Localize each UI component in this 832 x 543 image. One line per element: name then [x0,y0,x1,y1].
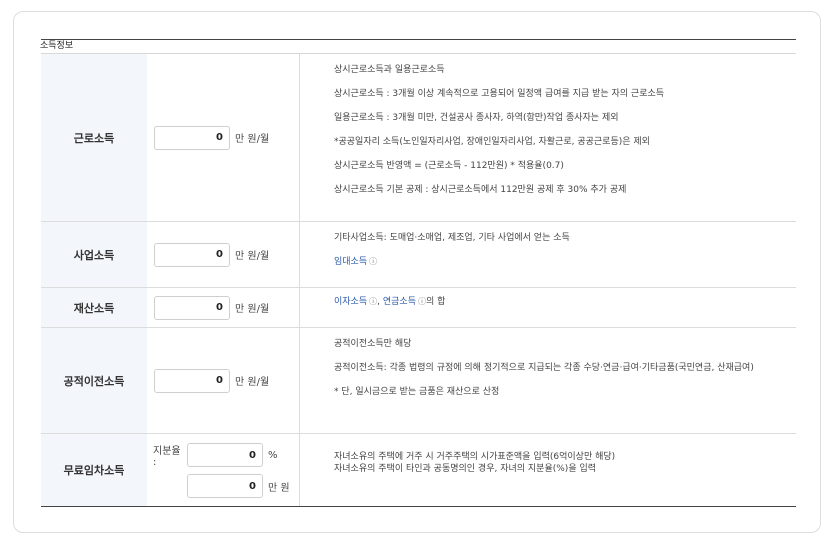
row-earned-income: 근로소득 만 원/월 상시근로소득과 일용근로소득 상시근로소득 : 3개월 이… [41,54,796,222]
interest-income-link[interactable]: 이자소득 [334,297,367,307]
info-icon[interactable]: ⓘ [369,257,377,266]
desc-line: 공적이전소득만 해당 [334,339,412,349]
info-icon[interactable]: ⓘ [369,297,377,306]
description: 이자소득 ⓘ, 연금소득 ⓘ의 합 [300,288,796,327]
income-table: 근로소득 만 원/월 상시근로소득과 일용근로소득 상시근로소득 : 3개월 이… [41,39,796,507]
description: 상시근로소득과 일용근로소득 상시근로소득 : 3개월 이상 계속적으로 고용되… [300,54,796,221]
input-cell: 만 원/월 [147,54,300,221]
row-label: 공적이전소득 [41,328,147,433]
desc-line: *공공일자리 소득(노인일자리사업, 장애인일자리사업, 자활근로, 공공근로등… [334,137,650,147]
business-income-input[interactable] [154,242,230,267]
description: 공적이전소득만 해당 공적이전소득: 각종 법령의 규정에 의해 정기적으로 지… [300,328,796,433]
desc-line: 상시근로소득과 일용근로소득 [334,65,445,75]
description: 자녀소유의 주택에 거주 시 거주주택의 시가표준액을 입력(6억이상만 해당)… [300,434,796,506]
input-cell: 만 원/월 [147,328,300,433]
unit-label: 만 원/월 [235,251,270,262]
description: 기타사업소득: 도매업·소매업, 제조업, 기타 사업에서 얻는 소득 임대소득… [300,222,796,287]
pension-income-link[interactable]: 연금소득 [383,297,416,307]
share-ratio-input[interactable] [187,443,263,467]
desc-line: 자녀소유의 주택이 타인과 공동명의인 경우, 자녀의 지분율(%)을 입력 [334,464,597,474]
unit-label: 만 원/월 [235,377,270,388]
row-label: 사업소득 [41,222,147,287]
rental-income-link-wrap: 임대소득 ⓘ [334,256,786,268]
row-property-income: 재산소득 만 원/월 이자소득ⓘ, 연금소득ⓘ의 합 [41,288,796,328]
unit-label: 만 원/월 [235,134,270,145]
unit-label: 만 원/월 [235,304,270,315]
unit-label: 만 원 [268,482,290,494]
rental-income-link[interactable]: 임대소득 [334,257,367,267]
row-business-income: 사업소득 만 원/월 기타사업소득: 도매업·소매업, 제조업, 기타 사업에서… [41,222,796,288]
desc-line: 공적이전소득: 각종 법령의 규정에 의해 정기적으로 지급되는 각종 수당·연… [334,363,754,373]
property-income-input[interactable] [154,295,230,320]
input-cell: 만 원/월 [147,288,300,327]
row-free-rent-income: 무료임차소득 지분율 : % 만 원 자녀소유의 주택에 거주 시 거주주택의 … [41,434,796,507]
desc-line: 일용근로소득 : 3개월 미만, 건설공사 종사자, 하역(항만)작업 종사자는… [334,113,619,123]
desc-line: 상시근로소득 반영액 = (근로소득 - 112만원) * 적용율(0.7) [334,161,564,171]
suffix-text: 의 합 [425,297,446,307]
row-label: 재산소득 [41,288,147,327]
input-cell: 만 원/월 [147,222,300,287]
row-public-transfer-income: 공적이전소득 만 원/월 공적이전소득만 해당 공적이전소득: 각종 법령의 규… [41,328,796,434]
desc-line: 자녀소유의 주택에 거주 시 거주주택의 시가표준액을 입력(6억이상만 해당) [334,452,616,462]
desc-line: 기타사업소득: 도매업·소매업, 제조업, 기타 사업에서 얻는 소득 [334,233,570,243]
desc-line: 상시근로소득 기본 공제 : 상시근로소득에서 112만원 공제 후 30% 추… [334,185,627,195]
earned-income-input[interactable] [154,125,230,150]
public-transfer-income-input[interactable] [154,368,230,393]
desc-line: * 단, 일시금으로 받는 금품은 재산으로 산정 [334,387,500,397]
input-cell: 지분율 : % 만 원 [147,434,300,506]
unit-label: % [268,449,278,461]
title-strip [41,40,796,54]
row-label: 무료임차소득 [41,434,147,506]
info-icon[interactable]: ⓘ [418,297,426,306]
free-rent-amount-input[interactable] [187,474,263,498]
share-label: 지분율 : [153,446,181,468]
desc-line: 상시근로소득 : 3개월 이상 계속적으로 고용되어 일정액 급여를 지급 받는… [334,89,665,99]
row-label: 근로소득 [41,54,147,221]
